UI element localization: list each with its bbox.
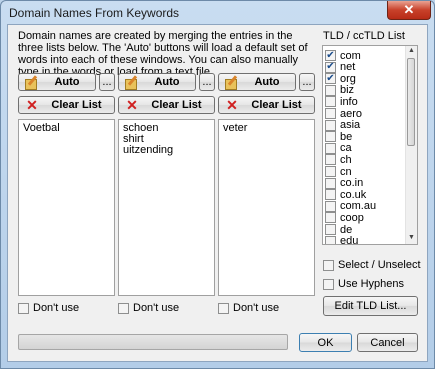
checkbox-box[interactable]: [325, 212, 336, 224]
keyword-list-2[interactable]: schoen shirt uitzending: [118, 119, 215, 296]
select-unselect-checkbox[interactable]: Select / Unselect: [323, 259, 421, 271]
clear-list-button-3[interactable]: ✕ Clear List: [218, 96, 315, 114]
ok-button[interactable]: OK: [299, 333, 352, 352]
checkbox-box[interactable]: [325, 142, 336, 154]
checkbox-box[interactable]: [118, 302, 129, 314]
auto-button-label: Auto: [154, 76, 180, 88]
pencil-icon: [25, 75, 39, 90]
list-item[interactable]: Voetbal: [19, 123, 114, 134]
checkbox-box[interactable]: [325, 119, 336, 131]
keyword-list-1[interactable]: Voetbal: [18, 119, 115, 296]
clear-icon: ✕: [26, 97, 38, 113]
checkbox-box[interactable]: [18, 302, 29, 314]
clear-icon: ✕: [126, 97, 138, 113]
browse-button-label: ...: [202, 76, 212, 88]
window-title: Domain Names From Keywords: [9, 6, 180, 20]
checkbox-box[interactable]: [325, 96, 336, 108]
browse-button-2[interactable]: ...: [199, 73, 215, 91]
scroll-thumb[interactable]: [407, 58, 415, 146]
auto-button-3[interactable]: Auto: [218, 73, 296, 91]
browse-button-3[interactable]: ...: [299, 73, 315, 91]
progress-bar: [18, 334, 288, 350]
tld-list-title: TLD / ccTLD List: [323, 30, 405, 42]
tld-item-label: edu: [340, 235, 359, 245]
description-text: Domain names are created by merging the …: [18, 30, 308, 78]
checkbox-box[interactable]: [325, 224, 336, 235]
checkbox-box[interactable]: [325, 166, 336, 177]
auto-button-2[interactable]: Auto: [118, 73, 196, 91]
select-unselect-label: Select / Unselect: [338, 259, 421, 271]
close-button[interactable]: ✕: [387, 1, 431, 20]
cancel-button-label: Cancel: [370, 336, 405, 349]
use-hyphens-label: Use Hyphens: [338, 278, 405, 290]
tld-item[interactable]: edu: [325, 235, 359, 245]
browse-button-label: ...: [102, 76, 112, 88]
use-hyphens-checkbox[interactable]: Use Hyphens: [323, 278, 404, 290]
checkbox-box[interactable]: ✔: [325, 73, 336, 85]
close-icon: ✕: [403, 2, 415, 17]
clear-list-button-1[interactable]: ✕ Clear List: [18, 96, 115, 114]
checkbox-box[interactable]: [325, 235, 336, 244]
cancel-button[interactable]: Cancel: [357, 333, 418, 352]
scroll-down-arrow-icon[interactable]: ▼: [407, 234, 416, 243]
list-item[interactable]: veter: [219, 123, 314, 134]
dont-use-label: Don't use: [233, 302, 280, 314]
tld-scrollbar[interactable]: ▲ ▼: [405, 46, 417, 244]
auto-button-label: Auto: [54, 76, 80, 88]
keyword-list-3[interactable]: veter: [218, 119, 315, 296]
scroll-up-arrow-icon[interactable]: ▲: [407, 47, 416, 56]
edit-tld-list-label: Edit TLD List...: [334, 300, 407, 312]
checkbox-box[interactable]: [325, 84, 336, 96]
list-item[interactable]: uitzending: [119, 145, 214, 156]
pencil-icon: [225, 75, 239, 90]
title-bar: Domain Names From Keywords ✕: [1, 1, 434, 25]
dont-use-checkbox-1[interactable]: Don't use: [18, 302, 79, 314]
checkbox-box[interactable]: [323, 278, 334, 290]
checkbox-box[interactable]: ✔: [325, 50, 336, 61]
browse-button-label: ...: [302, 76, 312, 88]
ok-button-label: OK: [317, 336, 334, 349]
dont-use-checkbox-3[interactable]: Don't use: [218, 302, 279, 314]
checkbox-box[interactable]: [323, 259, 334, 271]
checkbox-box[interactable]: [325, 154, 336, 166]
browse-button-1[interactable]: ...: [99, 73, 115, 91]
dont-use-label: Don't use: [133, 302, 180, 314]
clear-list-button-2[interactable]: ✕ Clear List: [118, 96, 215, 114]
clear-list-label: Clear List: [51, 99, 102, 111]
checkbox-box[interactable]: [325, 131, 336, 143]
checkbox-box[interactable]: [325, 189, 336, 201]
checkbox-box[interactable]: [325, 200, 336, 212]
dont-use-checkbox-2[interactable]: Don't use: [118, 302, 179, 314]
checkbox-box[interactable]: [325, 177, 336, 189]
pencil-icon: [125, 75, 139, 90]
checkbox-box[interactable]: ✔: [325, 61, 336, 73]
edit-tld-list-button[interactable]: Edit TLD List...: [323, 296, 418, 316]
checkbox-box[interactable]: [325, 108, 336, 119]
clear-list-label: Clear List: [251, 99, 302, 111]
checkbox-box[interactable]: [218, 302, 229, 314]
auto-button-1[interactable]: Auto: [18, 73, 96, 91]
auto-button-label: Auto: [254, 76, 280, 88]
clear-list-label: Clear List: [151, 99, 202, 111]
dont-use-label: Don't use: [33, 302, 80, 314]
clear-icon: ✕: [226, 97, 238, 113]
tld-checklist[interactable]: ✔ com ✔ net ✔ org biz info aero asia be ca ch cn co.in…: [322, 45, 418, 245]
